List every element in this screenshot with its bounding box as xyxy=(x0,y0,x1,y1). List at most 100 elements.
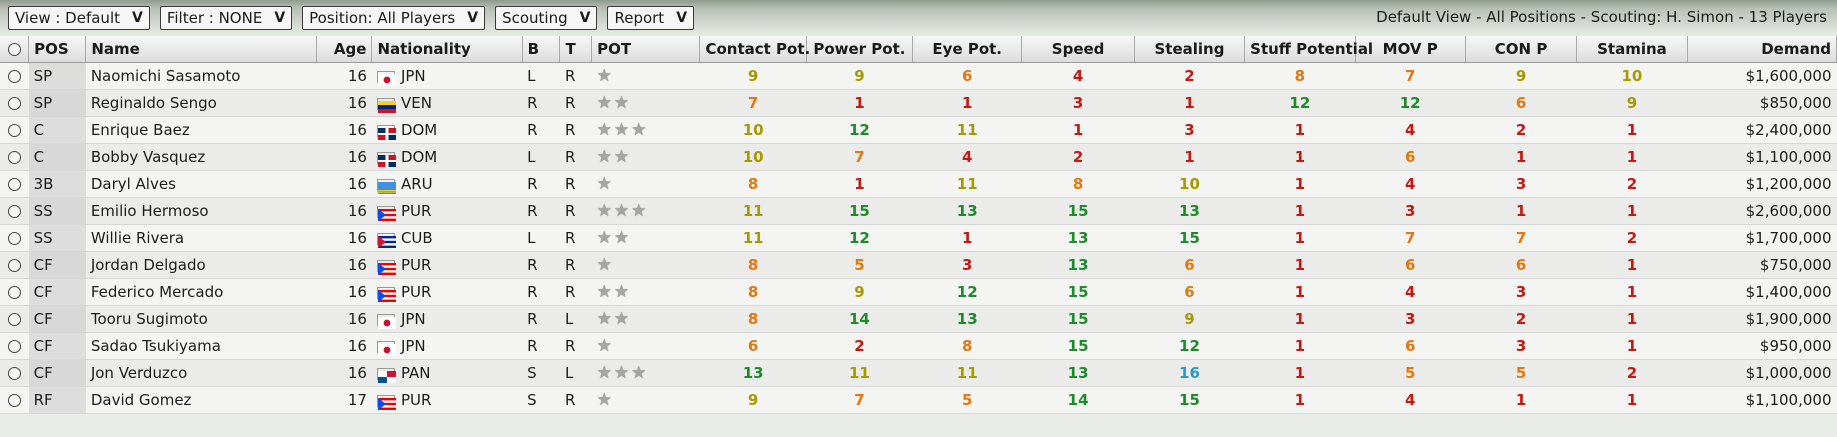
cell-mov: 4 xyxy=(1355,116,1466,144)
row-select-radio[interactable] xyxy=(0,332,29,360)
table-row[interactable]: CF Federico Mercado 16 PUR R R ★ ★ 8 9 12 15 6 1 4 3 1 $1… xyxy=(0,278,1837,306)
row-select-radio[interactable] xyxy=(0,170,29,198)
col-header-pos[interactable]: POS xyxy=(28,36,87,63)
cell-demand: $750,000 xyxy=(1687,251,1837,279)
row-select-radio[interactable] xyxy=(0,305,29,333)
row-select-radio[interactable] xyxy=(0,62,29,90)
row-select-radio[interactable] xyxy=(0,224,29,252)
col-header-throws[interactable]: T xyxy=(559,36,593,63)
star-icon: ★ xyxy=(596,93,612,113)
table-row[interactable]: SS Willie Rivera 16 CUB L R ★ ★ 11 12 1 13 15 1 7 7 2 $1,… xyxy=(0,224,1837,252)
pur-flag-icon xyxy=(376,205,396,221)
row-select-radio[interactable] xyxy=(0,89,29,117)
row-select-radio[interactable] xyxy=(0,386,29,414)
cell-name[interactable]: Naomichi Sasamoto xyxy=(85,62,317,90)
row-select-radio[interactable] xyxy=(0,197,29,225)
pur-flag-icon xyxy=(376,394,396,410)
report-dropdown[interactable]: Report V xyxy=(607,6,695,30)
row-select-radio[interactable] xyxy=(0,278,29,306)
col-header-demand[interactable]: Demand xyxy=(1687,36,1837,63)
cell-contact: 10 xyxy=(699,116,807,144)
cell-name[interactable]: Federico Mercado xyxy=(85,278,317,306)
cell-name[interactable]: Tooru Sugimoto xyxy=(85,305,317,333)
cell-name[interactable]: Jon Verduzco xyxy=(85,359,317,387)
cell-name[interactable]: Sadao Tsukiyama xyxy=(85,332,317,360)
row-select-radio[interactable] xyxy=(0,251,29,279)
cell-bats: R xyxy=(522,170,560,198)
cell-stamina: 1 xyxy=(1576,278,1688,306)
cell-demand: $1,900,000 xyxy=(1687,305,1837,333)
table-row[interactable]: C Bobby Vasquez 16 DOM L R ★ ★ 10 7 4 2 1 1 6 1 1 $1,100,… xyxy=(0,143,1837,171)
cell-stamina: 2 xyxy=(1576,224,1688,252)
cell-name[interactable]: Emilio Hermoso xyxy=(85,197,317,225)
col-header-power[interactable]: Power Pot. xyxy=(806,36,914,63)
cell-stealing: 6 xyxy=(1134,278,1245,306)
table-row[interactable]: SS Emilio Hermoso 16 PUR R R ★ ★ ★ 11 15 13 15 13 1 3 1 1… xyxy=(0,197,1837,225)
col-header-pot[interactable]: POT xyxy=(591,36,701,63)
col-header-stealing[interactable]: Stealing xyxy=(1134,36,1246,63)
cell-power: 14 xyxy=(806,305,913,333)
cell-name[interactable]: David Gomez xyxy=(85,386,317,414)
cell-name[interactable]: Daryl Alves xyxy=(85,170,317,198)
cell-power: 5 xyxy=(806,251,913,279)
scouting-dropdown[interactable]: Scouting V xyxy=(495,6,598,30)
cell-stealing: 13 xyxy=(1134,197,1245,225)
cell-demand: $2,600,000 xyxy=(1687,197,1837,225)
cell-name[interactable]: Bobby Vasquez xyxy=(85,143,317,171)
cell-stealing: 9 xyxy=(1134,305,1245,333)
cell-contact: 11 xyxy=(699,197,807,225)
cell-power: 9 xyxy=(806,62,913,90)
cell-name[interactable]: Jordan Delgado xyxy=(85,251,317,279)
col-header-age[interactable]: Age xyxy=(316,36,373,63)
col-header-bats[interactable]: B xyxy=(522,36,561,63)
star-icon: ★ xyxy=(613,282,630,302)
table-row[interactable]: C Enrique Baez 16 DOM R R ★ ★ ★ 10 12 11 1 3 1 4 2 1 $2,40… xyxy=(0,116,1837,144)
cell-pot: ★ xyxy=(591,332,700,360)
table-row[interactable]: 3B Daryl Alves 16 ARU R R ★ 8 1 11 8 10 1 4 3 2 $1,200,0… xyxy=(0,170,1837,198)
cell-pos: 3B xyxy=(28,170,86,198)
cell-mov: 6 xyxy=(1355,332,1466,360)
cell-contact: 9 xyxy=(699,62,807,90)
cell-throws: R xyxy=(559,224,592,252)
view-dropdown[interactable]: View : Default V xyxy=(8,6,150,30)
table-row[interactable]: CF Jordan Delgado 16 PUR R R ★ 8 5 3 13 6 1 6 6 1 $750,0… xyxy=(0,251,1837,279)
cell-name[interactable]: Willie Rivera xyxy=(85,224,317,252)
table-row[interactable]: SP Naomichi Sasamoto 16 JPN L R ★ 9 9 6 4 2 8 7 9 10 $1,… xyxy=(0,62,1837,90)
col-header-con[interactable]: CON P xyxy=(1465,36,1578,63)
cell-pos: C xyxy=(28,143,86,171)
col-header-stuff[interactable]: Stuff Potential xyxy=(1244,36,1373,63)
row-select-radio[interactable] xyxy=(0,359,29,387)
select-all-header[interactable] xyxy=(0,36,30,63)
cell-contact: 10 xyxy=(699,143,807,171)
col-header-name[interactable]: Name xyxy=(85,36,318,63)
row-select-radio[interactable] xyxy=(0,143,29,171)
col-header-nationality[interactable]: Nationality xyxy=(371,36,523,63)
cell-con: 6 xyxy=(1465,251,1577,279)
cell-mov: 3 xyxy=(1355,197,1466,225)
table-row[interactable]: CF Tooru Sugimoto 16 JPN R L ★ ★ 8 14 13 15 9 1 3 2 1 $1,… xyxy=(0,305,1837,333)
cell-name[interactable]: Enrique Baez xyxy=(85,116,317,144)
star-icon: ★ xyxy=(631,363,647,383)
chevron-down-icon: V xyxy=(467,10,479,26)
filter-dropdown[interactable]: Filter : NONE V xyxy=(159,6,293,30)
cell-age: 16 xyxy=(316,170,372,198)
cell-eye: 12 xyxy=(912,278,1022,306)
table-row[interactable]: CF Jon Verduzco 16 PAN S L ★ ★ ★ 13 11 11 13 16 1 5 5 2 $1… xyxy=(0,359,1837,387)
table-row[interactable]: SP Reginaldo Sengo 16 VEN R R ★ ★ 7 1 1 3 1 12 12 6 9 $85… xyxy=(0,89,1837,117)
col-header-speed[interactable]: Speed xyxy=(1021,36,1135,63)
col-header-stamina[interactable]: Stamina xyxy=(1576,36,1688,63)
cell-stamina: 2 xyxy=(1576,170,1688,198)
col-header-contact[interactable]: Contact Pot. xyxy=(699,36,810,63)
cell-name[interactable]: Reginaldo Sengo xyxy=(85,89,317,117)
nationality-code: PUR xyxy=(400,283,432,301)
cell-contact: 6 xyxy=(699,332,807,360)
row-select-radio[interactable] xyxy=(0,116,29,144)
star-icon: ★ xyxy=(596,255,612,275)
cell-pot: ★ ★ ★ xyxy=(591,116,700,144)
position-dropdown[interactable]: Position: All Players V xyxy=(302,6,486,30)
table-row[interactable]: CF Sadao Tsukiyama 16 JPN R R ★ 6 2 8 15 12 1 6 3 1 $950… xyxy=(0,332,1837,360)
cell-speed: 15 xyxy=(1021,197,1135,225)
col-header-eye[interactable]: Eye Pot. xyxy=(912,36,1023,63)
cell-stamina: 9 xyxy=(1576,89,1688,117)
table-row[interactable]: RF David Gomez 17 PUR S R ★ 9 7 5 14 15 1 4 1 1 $1,100,0… xyxy=(0,386,1837,414)
